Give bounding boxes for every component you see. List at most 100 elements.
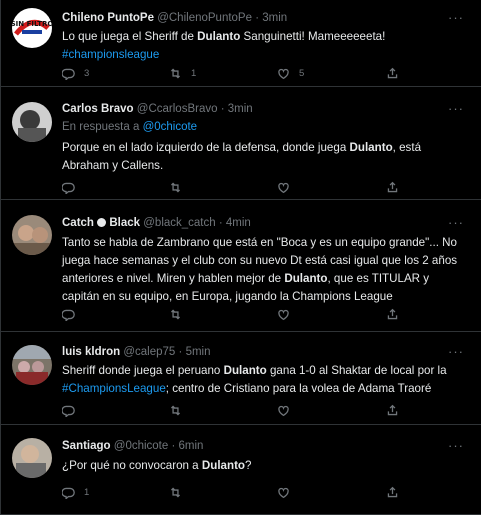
- text-segment: Sheriff donde juega el peruano: [62, 364, 224, 377]
- highlighted-term: Dulanto: [223, 364, 267, 377]
- like-count: 5: [299, 68, 305, 79]
- retweet-button[interactable]: [169, 181, 191, 194]
- avatar[interactable]: [12, 215, 52, 255]
- reply-icon: [62, 405, 75, 417]
- retweet-count: 1: [191, 68, 197, 79]
- highlighted-term: Dulanto: [201, 459, 246, 472]
- hashtag-link[interactable]: #championsleague: [62, 48, 159, 61]
- timestamp[interactable]: 5min: [186, 346, 211, 358]
- reply-to-handle[interactable]: @0chicote: [143, 121, 198, 133]
- tweet-text: Lo que juega el Sheriff de Dulanto Sangu…: [62, 28, 467, 64]
- timestamp[interactable]: 4min: [226, 217, 251, 229]
- like-button[interactable]: 5: [277, 67, 304, 80]
- tweet[interactable]: Santiago @0chicote · 6min ··· ¿Por qué no …: [1, 426, 481, 515]
- tweet-header: Catch Black @black_catch · 4min: [62, 217, 251, 229]
- author-name[interactable]: Chileno PuntoPe: [62, 12, 154, 24]
- more-options-icon[interactable]: ···: [448, 10, 464, 25]
- share-button[interactable]: [386, 404, 399, 417]
- share-icon: [387, 181, 398, 193]
- author-name[interactable]: Catch: [62, 217, 94, 229]
- share-icon: [387, 404, 398, 416]
- text-segment: Porque en el lado izquierdo de la defens…: [62, 141, 350, 154]
- tweet-header: Carlos Bravo @CcarlosBravo · 3min: [62, 103, 253, 115]
- like-button[interactable]: [277, 181, 299, 194]
- author-handle[interactable]: @0chicote: [114, 440, 169, 452]
- separator-dot: ·: [175, 346, 186, 358]
- reply-button[interactable]: 3: [62, 67, 89, 80]
- separator-dot: ·: [168, 440, 179, 452]
- author-handle[interactable]: @calep75: [123, 346, 175, 358]
- tweet[interactable]: SIN FILTRO Chileno PuntoPe @ChilenoPuntoP…: [1, 0, 481, 87]
- tweet-text: Porque en el lado izquierdo de la defens…: [62, 139, 467, 175]
- timestamp[interactable]: 3min: [228, 103, 253, 115]
- heart-icon: [278, 487, 289, 499]
- reply-button[interactable]: 1: [62, 486, 89, 499]
- tweet-feed: SIN FILTRO Chileno PuntoPe @ChilenoPuntoP…: [0, 0, 481, 515]
- more-options-icon[interactable]: ···: [448, 344, 464, 359]
- text-segment: Lo que juega el Sheriff de: [62, 30, 198, 43]
- tweet[interactable]: luis kldron @calep75 · 5min ··· Sheriff do…: [1, 333, 481, 425]
- tweet-actions: [62, 404, 412, 420]
- retweet-icon: [170, 487, 181, 498]
- reply-icon: [62, 68, 75, 80]
- share-button[interactable]: [386, 486, 399, 499]
- reply-button[interactable]: [62, 404, 84, 417]
- share-icon: [387, 308, 398, 320]
- retweet-button[interactable]: [169, 308, 191, 321]
- more-options-icon[interactable]: ···: [448, 215, 464, 230]
- tweet-text: Tanto se habla de Zambrano que está en "…: [62, 234, 467, 306]
- reply-icon: [62, 182, 75, 194]
- more-options-icon[interactable]: ···: [448, 438, 464, 453]
- reply-icon: [62, 309, 75, 321]
- retweet-icon: [170, 309, 181, 320]
- share-button[interactable]: [386, 181, 399, 194]
- avatar[interactable]: [12, 345, 52, 385]
- share-button[interactable]: [386, 67, 399, 80]
- tweet-actions: 1: [62, 486, 412, 502]
- retweet-icon: [170, 182, 181, 193]
- retweet-button[interactable]: [169, 486, 191, 499]
- text-segment: ¿Por qué no convocaron a: [62, 459, 202, 472]
- tweet[interactable]: Carlos Bravo @CcarlosBravo · 3min ··· En r…: [1, 88, 481, 200]
- retweet-button[interactable]: [169, 404, 191, 417]
- tweet-header: Chileno PuntoPe @ChilenoPuntoPe · 3min: [62, 12, 287, 24]
- avatar[interactable]: [12, 102, 52, 142]
- like-button[interactable]: [277, 486, 299, 499]
- text-segment: ; centro de Cristiano para la volea de A…: [165, 382, 432, 395]
- retweet-button[interactable]: 1: [169, 67, 196, 80]
- like-button[interactable]: [277, 404, 299, 417]
- timestamp[interactable]: 3min: [262, 12, 287, 24]
- like-button[interactable]: [277, 308, 299, 321]
- tweet-header: Santiago @0chicote · 6min: [62, 440, 203, 452]
- separator-dot: ·: [217, 103, 228, 115]
- author-name[interactable]: luis kldron: [62, 346, 120, 358]
- text-segment: Sanguinetti! Mameeeeeeta!: [240, 30, 386, 43]
- avatar[interactable]: [12, 438, 52, 478]
- author-handle[interactable]: @CcarlosBravo: [137, 103, 218, 115]
- highlighted-term: Dulanto: [349, 141, 393, 154]
- share-button[interactable]: [386, 308, 399, 321]
- reply-button[interactable]: [62, 308, 84, 321]
- author-name[interactable]: Carlos Bravo: [62, 103, 134, 115]
- reply-button[interactable]: [62, 181, 84, 194]
- separator-dot: ·: [215, 217, 226, 229]
- tweet[interactable]: Catch Black @black_catch · 4min ··· Tanto …: [1, 201, 481, 332]
- reply-to-label: En respuesta a: [62, 121, 140, 133]
- hashtag-link[interactable]: #ChampionsLeague: [62, 382, 166, 395]
- reply-context: En respuesta a @0chicote: [62, 121, 197, 133]
- text-segment: ?: [245, 459, 252, 472]
- tweet-text: ¿Por qué no convocaron a Dulanto?: [62, 457, 467, 475]
- author-handle[interactable]: @ChilenoPuntoPe: [157, 12, 252, 24]
- more-options-icon[interactable]: ···: [448, 101, 464, 116]
- heart-icon: [278, 309, 289, 321]
- author-handle[interactable]: @black_catch: [143, 217, 215, 229]
- timestamp[interactable]: 6min: [179, 440, 204, 452]
- highlighted-term: Dulanto: [197, 30, 241, 43]
- heart-icon: [278, 405, 289, 417]
- author-name-extra: Black: [109, 217, 141, 229]
- share-icon: [387, 486, 398, 498]
- retweet-icon: [170, 405, 181, 416]
- reply-count: 3: [84, 68, 90, 79]
- avatar[interactable]: SIN FILTRO: [12, 8, 52, 48]
- author-name[interactable]: Santiago: [62, 440, 111, 452]
